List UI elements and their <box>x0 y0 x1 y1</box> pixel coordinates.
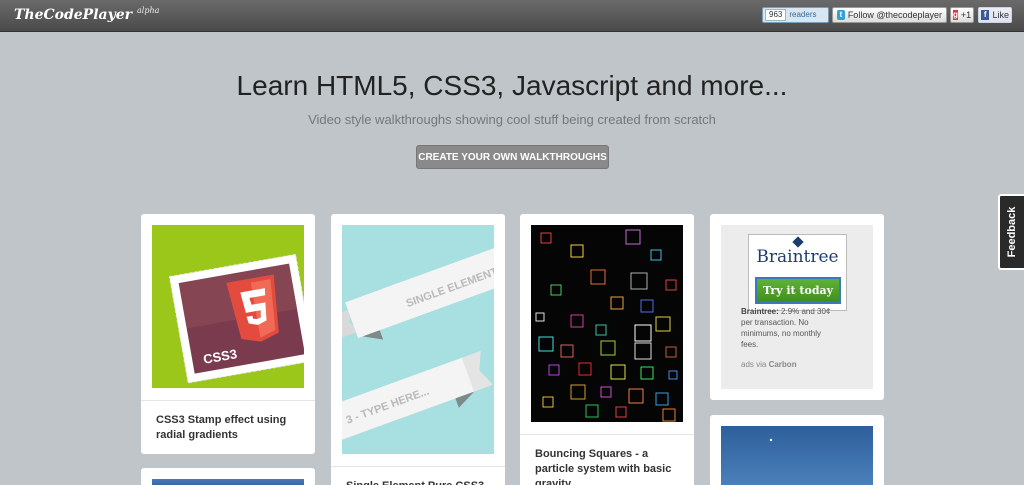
bouncing-squares-thumbnail[interactable] <box>531 225 683 422</box>
ad-description[interactable]: Braintree: 2.9% and 30¢ per transaction.… <box>741 306 839 350</box>
ads-via-label: ads via <box>741 360 769 369</box>
google-plus-label: +1 <box>960 10 972 20</box>
facebook-icon: f <box>981 10 990 20</box>
ad-brand-name: Braintree: <box>741 307 779 316</box>
ads-via-carbon[interactable]: ads via Carbon <box>741 360 797 369</box>
facebook-like-button[interactable]: f Like <box>978 7 1012 23</box>
feed-readers-badge[interactable]: 963 readers <box>762 7 829 23</box>
css3-stamp-thumbnail[interactable]: CSS3 <box>152 225 304 388</box>
page-title: Learn HTML5, CSS3, Javascript and more..… <box>236 70 788 101</box>
ribbon-thumbnail[interactable]: SINGLE ELEMENT 3 - TYPE HERE... <box>342 225 494 454</box>
google-plus-button[interactable]: g +1 <box>950 7 974 23</box>
twitter-follow-label: Follow @thecodeplayer <box>847 10 942 20</box>
card-caption[interactable]: Bouncing Squares - a particle system wit… <box>520 434 694 485</box>
feedback-tab[interactable]: Feedback <box>998 194 1024 270</box>
top-bar: TheCodePlayer alpha 963 readers t Follow… <box>0 0 1024 32</box>
readers-count: 963 <box>765 9 787 21</box>
braintree-logo: Braintree <box>749 247 846 267</box>
braintree-ad-image[interactable]: Braintree Try it today <box>748 234 847 311</box>
carbon-ad-card: Braintree Try it today Braintree: 2.9% a… <box>710 214 884 400</box>
braintree-logo-icon <box>792 236 804 248</box>
carbon-label: Carbon <box>768 360 797 369</box>
feedback-label: Feedback <box>1006 206 1018 258</box>
twitter-follow-button[interactable]: t Follow @thecodeplayer <box>832 7 947 23</box>
site-logo[interactable]: TheCodePlayer <box>14 7 132 23</box>
readers-label: readers <box>789 10 817 19</box>
page-subtitle: Video style walkthroughs showing cool st… <box>308 112 716 127</box>
walkthrough-card[interactable]: SINGLE ELEMENT 3 - TYPE HERE... Single E… <box>331 214 505 485</box>
card-thumbnail[interactable] <box>721 426 873 485</box>
logo-alpha-tag: alpha <box>137 6 160 15</box>
card-thumbnail[interactable] <box>152 479 304 485</box>
twitter-icon: t <box>837 10 845 20</box>
google-plus-icon: g <box>953 10 958 20</box>
walkthrough-card[interactable] <box>710 415 884 485</box>
walkthrough-card[interactable]: CSS3 CSS3 Stamp effect using radial grad… <box>141 214 315 454</box>
card-caption[interactable]: CSS3 Stamp effect using radial gradients <box>141 400 315 455</box>
facebook-like-label: Like <box>992 10 1009 20</box>
walkthrough-card[interactable]: Bouncing Squares - a particle system wit… <box>520 214 694 485</box>
braintree-logo-part1: Brain <box>756 247 804 267</box>
braintree-logo-part2: tree <box>803 247 839 267</box>
try-it-today-button[interactable]: Try it today <box>755 277 841 304</box>
create-walkthroughs-button[interactable]: CREATE YOUR OWN WALKTHROUGHS <box>416 145 609 169</box>
walkthrough-card[interactable] <box>141 468 315 485</box>
card-caption[interactable]: Single Element Pure CSS3 <box>331 466 505 485</box>
